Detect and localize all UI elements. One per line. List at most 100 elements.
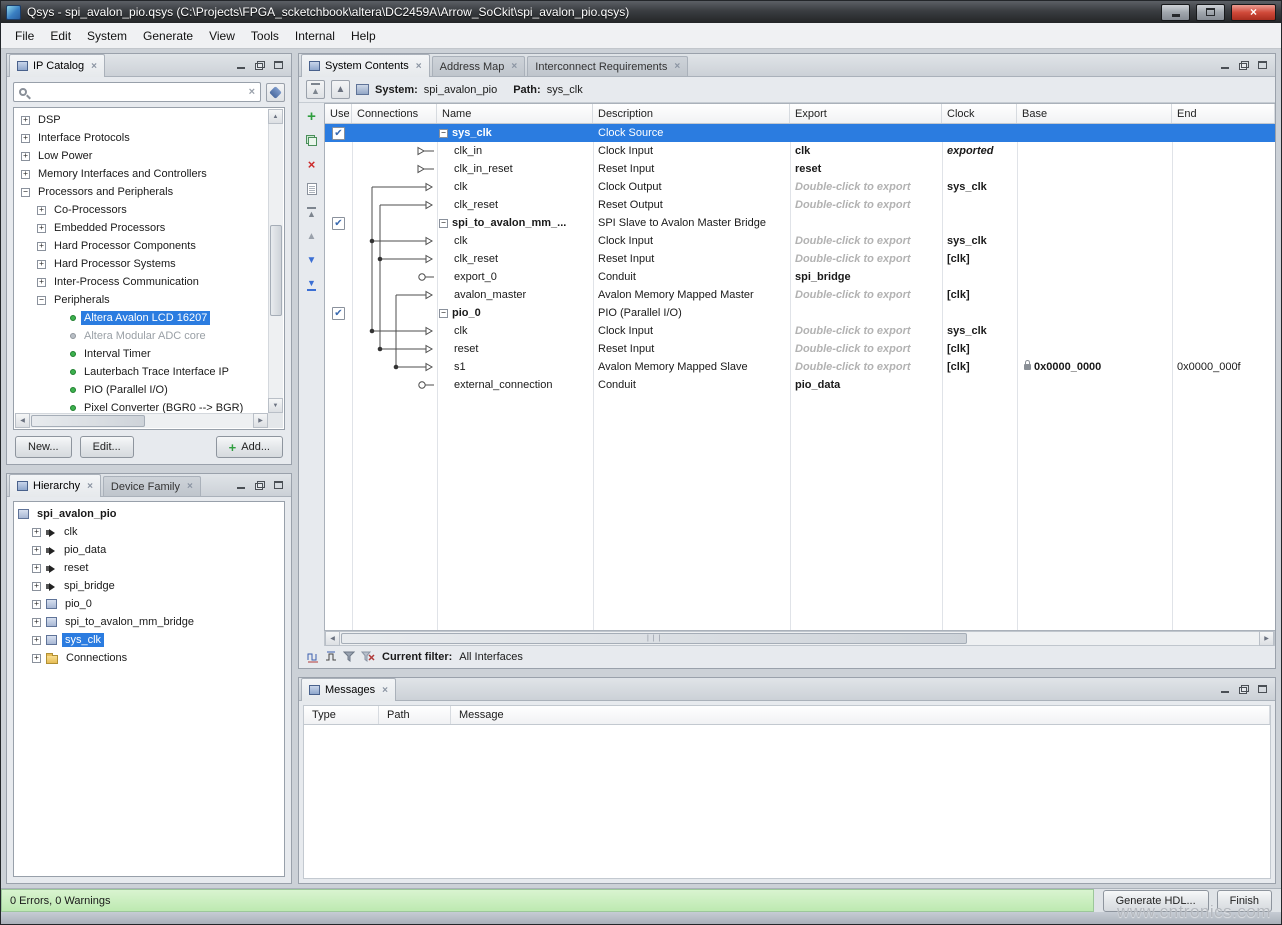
expand-icon[interactable]: +	[37, 278, 46, 287]
maximize-button[interactable]	[1196, 4, 1225, 21]
minimize-panel-button[interactable]	[1217, 683, 1232, 696]
hierarchy-item-connections[interactable]: +Connections	[18, 649, 284, 667]
float-panel-button[interactable]	[1236, 59, 1251, 72]
expand-icon[interactable]: +	[21, 170, 30, 179]
menu-item-tools[interactable]: Tools	[243, 26, 287, 46]
expand-icon[interactable]: +	[32, 600, 41, 609]
close-tab-icon[interactable]: ×	[91, 61, 97, 72]
ip-tree-item-embedded-processors[interactable]: +Embedded Processors	[15, 219, 268, 237]
column-header-clock[interactable]: Clock	[942, 104, 1017, 123]
messages-tab-messages[interactable]: Messages×	[301, 678, 396, 701]
system-tab-system-contents[interactable]: System Contents×	[301, 54, 430, 77]
scroll-right-icon[interactable]: ▶	[1259, 631, 1274, 646]
export-cell[interactable]: Double-click to export	[790, 178, 942, 196]
column-header-export[interactable]: Export	[790, 104, 942, 123]
checkbox[interactable]: ✔	[332, 127, 345, 140]
maximize-panel-button[interactable]	[1255, 59, 1270, 72]
minimize-panel-button[interactable]	[233, 479, 248, 492]
expand-icon[interactable]: +	[32, 654, 41, 663]
search-input[interactable]	[32, 86, 244, 98]
expand-icon[interactable]: +	[32, 528, 41, 537]
export-cell[interactable]: Double-click to export	[790, 250, 942, 268]
hierarchy-item-spi-to-avalon-mm-bridge[interactable]: +spi_to_avalon_mm_bridge	[18, 613, 284, 631]
ip-catalog-tab-ip-catalog[interactable]: IP Catalog×	[9, 54, 105, 77]
ip-tree-item-pio-parallel-i-o[interactable]: PIO (Parallel I/O)	[15, 381, 268, 399]
clear-filter-icon[interactable]	[361, 651, 375, 663]
close-tab-icon[interactable]: ×	[511, 61, 517, 72]
table-row-clk-reset[interactable]: clk_resetReset InputDouble-click to expo…	[325, 250, 1275, 268]
column-header-name[interactable]: Name	[437, 104, 593, 123]
catalog-settings-button[interactable]	[266, 83, 285, 102]
ip-tree-item-altera-avalon-lcd-16207[interactable]: Altera Avalon LCD 16207	[15, 309, 268, 327]
close-tab-icon[interactable]: ×	[674, 61, 680, 72]
system-tab-address-map[interactable]: Address Map×	[432, 56, 526, 76]
menu-item-edit[interactable]: Edit	[42, 26, 79, 46]
menu-item-system[interactable]: System	[79, 26, 135, 46]
collapse-icon[interactable]: −	[21, 188, 30, 197]
add-button[interactable]: +Add...	[216, 436, 283, 458]
collapse-icon[interactable]: −	[439, 129, 448, 138]
column-header-path[interactable]: Path	[379, 706, 451, 724]
expand-all-button[interactable]: ▲	[331, 80, 350, 99]
column-header-use[interactable]: Use	[325, 104, 352, 123]
close-tab-icon[interactable]: ×	[187, 481, 193, 492]
hierarchy-item-pio-data[interactable]: +pio_data	[18, 541, 284, 559]
close-tab-icon[interactable]: ×	[416, 61, 422, 72]
minimize-panel-button[interactable]	[1217, 59, 1232, 72]
ip-tree-vscrollbar[interactable]: ▲ ▼	[268, 109, 283, 413]
collapse-icon[interactable]: −	[37, 296, 46, 305]
expand-icon[interactable]: +	[37, 242, 46, 251]
expand-icon[interactable]: +	[37, 206, 46, 215]
float-panel-button[interactable]	[252, 479, 267, 492]
close-tab-icon[interactable]: ×	[382, 685, 388, 696]
ip-tree-item-altera-modular-adc-core[interactable]: Altera Modular ADC core	[15, 327, 268, 345]
menu-item-internal[interactable]: Internal	[287, 26, 343, 46]
ip-tree-item-memory-interfaces-and-controllers[interactable]: +Memory Interfaces and Controllers	[15, 165, 268, 183]
search-box[interactable]: ×	[13, 82, 261, 102]
table-row-pio-0[interactable]: ✔−pio_0PIO (Parallel I/O)	[325, 304, 1275, 322]
checkbox[interactable]: ✔	[332, 307, 345, 320]
expand-icon[interactable]: +	[32, 546, 41, 555]
export-cell[interactable]: Double-click to export	[790, 196, 942, 214]
hscroll-thumb[interactable]	[31, 415, 145, 427]
hierarchy-tab-device-family[interactable]: Device Family×	[103, 476, 201, 496]
close-button[interactable]: ×	[1231, 4, 1276, 21]
system-tab-interconnect-requirements[interactable]: Interconnect Requirements×	[527, 56, 688, 76]
maximize-panel-button[interactable]	[271, 479, 286, 492]
table-row-s1[interactable]: s1Avalon Memory Mapped SlaveDouble-click…	[325, 358, 1275, 376]
clear-search-icon[interactable]: ×	[249, 86, 255, 98]
hscroll-thumb[interactable]: | | |	[341, 633, 967, 644]
table-row-export-0[interactable]: export_0Conduitspi_bridge	[325, 268, 1275, 286]
move-top-button[interactable]: ▲	[303, 205, 320, 220]
column-header-base[interactable]: Base	[1017, 104, 1172, 123]
export-cell[interactable]: Double-click to export	[790, 322, 942, 340]
remove-button[interactable]: ×	[303, 157, 320, 172]
ip-tree-hscrollbar[interactable]: ◀ ▶	[15, 413, 268, 428]
table-row-clk-in-reset[interactable]: clk_in_resetReset Inputreset	[325, 160, 1275, 178]
close-tab-icon[interactable]: ×	[87, 481, 93, 492]
expand-icon[interactable]: +	[32, 636, 41, 645]
table-row-clk[interactable]: clkClock InputDouble-click to exportsys_…	[325, 232, 1275, 250]
hierarchy-root[interactable]: spi_avalon_pio	[18, 505, 284, 523]
column-header-description[interactable]: Description	[593, 104, 790, 123]
hierarchy-item-sys-clk[interactable]: +sys_clk	[18, 631, 284, 649]
export-cell[interactable]: Double-click to export	[790, 232, 942, 250]
move-down-button[interactable]: ▼	[303, 253, 320, 268]
float-panel-button[interactable]	[1236, 683, 1251, 696]
move-up-button[interactable]: ▲	[303, 229, 320, 244]
ip-tree-item-inter-process-communication[interactable]: +Inter-Process Communication	[15, 273, 268, 291]
ip-tree-item-co-processors[interactable]: +Co-Processors	[15, 201, 268, 219]
ip-tree-item-hard-processor-components[interactable]: +Hard Processor Components	[15, 237, 268, 255]
expand-icon[interactable]: +	[21, 134, 30, 143]
expand-icon[interactable]: +	[32, 582, 41, 591]
checkbox[interactable]: ✔	[332, 217, 345, 230]
column-header-end[interactable]: End	[1172, 104, 1275, 123]
add-button[interactable]: +	[303, 109, 320, 124]
float-panel-button[interactable]	[252, 59, 267, 72]
table-row-external-connection[interactable]: external_connectionConduitpio_data	[325, 376, 1275, 394]
ip-tree-item-dsp[interactable]: +DSP	[15, 111, 268, 129]
ip-tree-item-processors-and-peripherals[interactable]: −Processors and Peripherals	[15, 183, 268, 201]
scroll-left-icon[interactable]: ◀	[325, 631, 340, 646]
maximize-panel-button[interactable]	[271, 59, 286, 72]
move-bottom-button[interactable]: ▼	[303, 277, 320, 292]
